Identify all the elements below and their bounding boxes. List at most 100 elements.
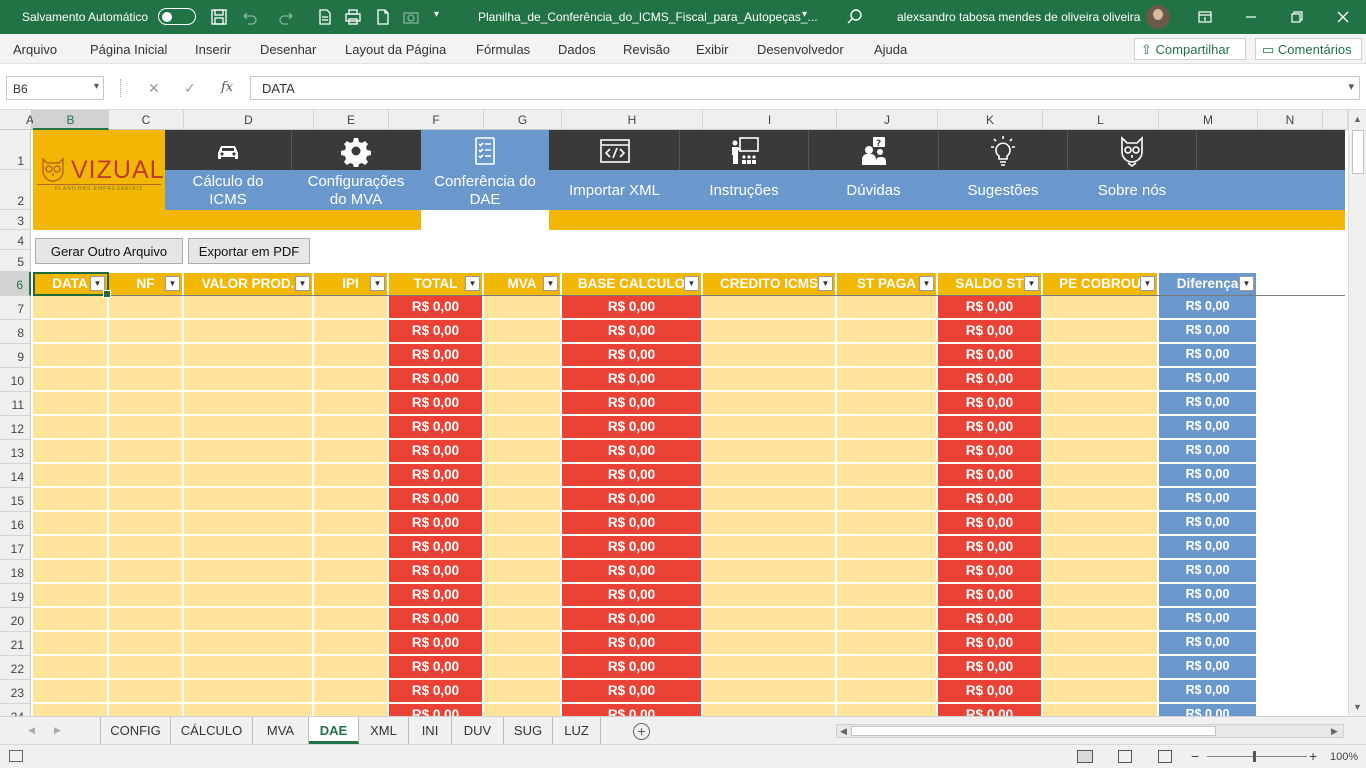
row-header[interactable]: 16 xyxy=(0,512,31,536)
cell-base-calculo[interactable]: R$ 0,00 xyxy=(562,608,703,632)
cell-st-paga[interactable] xyxy=(837,368,938,392)
cell-mva[interactable] xyxy=(484,704,562,716)
table-header-diferenca[interactable]: Diferença ▼ xyxy=(1159,273,1258,295)
print-icon[interactable] xyxy=(344,8,362,26)
zoom-in-icon[interactable]: + xyxy=(1309,748,1317,764)
filter-dropdown-icon[interactable]: ▼ xyxy=(1024,276,1039,291)
table-header-valor-prod[interactable]: VALOR PROD. ▼ xyxy=(184,273,314,295)
cell-credito-icms[interactable] xyxy=(703,368,837,392)
page-break-view-icon[interactable] xyxy=(1158,750,1172,763)
cell-data[interactable] xyxy=(33,416,109,440)
cell-st-paga[interactable] xyxy=(837,608,938,632)
cell-diferenca[interactable]: R$ 0,00 xyxy=(1159,632,1258,656)
cell-diferenca[interactable]: R$ 0,00 xyxy=(1159,488,1258,512)
cell-total[interactable]: R$ 0,00 xyxy=(389,368,484,392)
horizontal-scrollbar[interactable]: ◀ ▶ xyxy=(836,724,1344,738)
cell-valor-prod[interactable] xyxy=(184,488,314,512)
scroll-right-icon[interactable]: ▶ xyxy=(1331,726,1338,737)
cell-pe-cobrou[interactable] xyxy=(1043,536,1159,560)
cell-total[interactable]: R$ 0,00 xyxy=(389,656,484,680)
row-header[interactable]: 14 xyxy=(0,464,31,488)
new-file-icon[interactable] xyxy=(374,8,392,26)
cell-credito-icms[interactable] xyxy=(703,560,837,584)
insert-function-icon[interactable]: fx xyxy=(221,80,233,95)
cell-mva[interactable] xyxy=(484,680,562,704)
cell-total[interactable]: R$ 0,00 xyxy=(389,464,484,488)
table-header-saldo-st[interactable]: SALDO ST ▼ xyxy=(938,273,1043,295)
column-header-b[interactable]: B xyxy=(33,110,109,130)
cell-credito-icms[interactable] xyxy=(703,464,837,488)
cell-pe-cobrou[interactable] xyxy=(1043,320,1159,344)
cell-pe-cobrou[interactable] xyxy=(1043,488,1159,512)
cell-st-paga[interactable] xyxy=(837,560,938,584)
row-header[interactable]: 17 xyxy=(0,536,31,560)
comments-button[interactable]: ▭ Comentários xyxy=(1255,38,1362,60)
cell-diferenca[interactable]: R$ 0,00 xyxy=(1159,560,1258,584)
zoom-level[interactable]: 100% xyxy=(1330,751,1358,763)
cell-ipi[interactable] xyxy=(314,680,389,704)
cell-pe-cobrou[interactable] xyxy=(1043,632,1159,656)
filter-dropdown-icon[interactable]: ▼ xyxy=(818,276,833,291)
cell-mva[interactable] xyxy=(484,488,562,512)
cell-base-calculo[interactable]: R$ 0,00 xyxy=(562,584,703,608)
filter-dropdown-icon[interactable]: ▼ xyxy=(295,276,310,291)
cell-base-calculo[interactable]: R$ 0,00 xyxy=(562,536,703,560)
row-header[interactable]: 23 xyxy=(0,680,31,704)
cell-pe-cobrou[interactable] xyxy=(1043,608,1159,632)
cell-valor-prod[interactable] xyxy=(184,512,314,536)
row-header[interactable]: 21 xyxy=(0,632,31,656)
avatar[interactable] xyxy=(1146,5,1170,29)
cell-nf[interactable] xyxy=(109,392,184,416)
row-header[interactable]: 18 xyxy=(0,560,31,584)
menu-item-formulas[interactable]: Fórmulas xyxy=(476,42,530,57)
cell-credito-icms[interactable] xyxy=(703,536,837,560)
column-header-o[interactable] xyxy=(1323,110,1348,130)
vertical-scroll-thumb[interactable] xyxy=(1352,130,1364,174)
column-header-e[interactable]: E xyxy=(314,110,389,130)
cell-valor-prod[interactable] xyxy=(184,392,314,416)
cell-data[interactable] xyxy=(33,320,109,344)
cell-valor-prod[interactable] xyxy=(184,608,314,632)
formula-input[interactable]: DATA xyxy=(250,76,1360,100)
cell-st-paga[interactable] xyxy=(837,344,938,368)
horizontal-scroll-thumb[interactable] xyxy=(851,726,1216,736)
ribbon-display-icon[interactable] xyxy=(1196,8,1214,26)
cell-mva[interactable] xyxy=(484,344,562,368)
row-header[interactable]: 20 xyxy=(0,608,31,632)
column-header-n[interactable]: N xyxy=(1258,110,1323,130)
file-menu-chevron-icon[interactable]: ▾ xyxy=(802,9,807,20)
normal-view-icon[interactable] xyxy=(1077,750,1093,763)
cell-base-calculo[interactable]: R$ 0,00 xyxy=(562,440,703,464)
cell-pe-cobrou[interactable] xyxy=(1043,296,1159,320)
filter-dropdown-icon[interactable]: ▼ xyxy=(1140,276,1155,291)
nav-calculo-icms[interactable]: Cálculo do ICMS xyxy=(165,130,291,210)
cell-total[interactable]: R$ 0,00 xyxy=(389,608,484,632)
cell-mva[interactable] xyxy=(484,368,562,392)
cell-diferenca[interactable]: R$ 0,00 xyxy=(1159,584,1258,608)
cell-credito-icms[interactable] xyxy=(703,656,837,680)
scroll-down-icon[interactable]: ▼ xyxy=(1353,702,1362,712)
cell-total[interactable]: R$ 0,00 xyxy=(389,320,484,344)
cell-saldo-st[interactable]: R$ 0,00 xyxy=(938,608,1043,632)
cell-total[interactable]: R$ 0,00 xyxy=(389,560,484,584)
cell-data[interactable] xyxy=(33,584,109,608)
cell-diferenca[interactable]: R$ 0,00 xyxy=(1159,416,1258,440)
nav-importar-xml[interactable]: Importar XML xyxy=(550,130,679,210)
cell-nf[interactable] xyxy=(109,368,184,392)
cell-ipi[interactable] xyxy=(314,296,389,320)
generate-file-button[interactable]: Gerar Outro Arquivo xyxy=(35,238,183,264)
cell-base-calculo[interactable]: R$ 0,00 xyxy=(562,416,703,440)
nav-sugestoes[interactable]: Sugestões xyxy=(939,130,1067,210)
cell-st-paga[interactable] xyxy=(837,464,938,488)
cell-saldo-st[interactable]: R$ 0,00 xyxy=(938,488,1043,512)
cell-data[interactable] xyxy=(33,560,109,584)
column-header-c[interactable]: C xyxy=(109,110,184,130)
cell-ipi[interactable] xyxy=(314,440,389,464)
cell-credito-icms[interactable] xyxy=(703,392,837,416)
cell-data[interactable] xyxy=(33,440,109,464)
cell-pe-cobrou[interactable] xyxy=(1043,584,1159,608)
cell-saldo-st[interactable]: R$ 0,00 xyxy=(938,680,1043,704)
sheet-tab-config[interactable]: CONFIG xyxy=(101,717,171,744)
cell-saldo-st[interactable]: R$ 0,00 xyxy=(938,416,1043,440)
cell-ipi[interactable] xyxy=(314,560,389,584)
